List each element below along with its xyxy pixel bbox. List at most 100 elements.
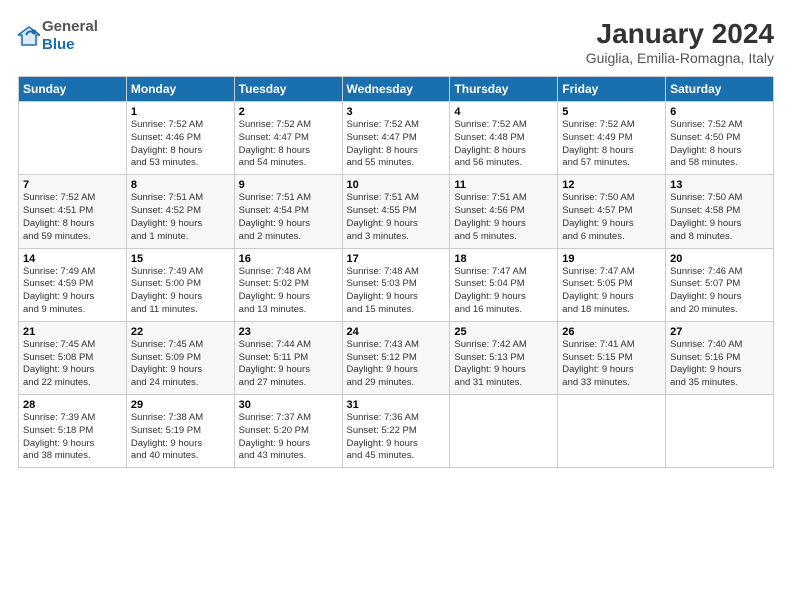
day-info: Sunrise: 7:52 AMSunset: 4:49 PMDaylight:… [562,119,661,170]
day-number: 23 [239,326,338,338]
calendar-cell: 11Sunrise: 7:51 AMSunset: 4:56 PMDayligh… [450,175,558,248]
header-sunday: Sunday [19,77,127,102]
day-info: Sunrise: 7:40 AMSunset: 5:16 PMDaylight:… [670,339,769,390]
header-friday: Friday [558,77,666,102]
day-info: Sunrise: 7:50 AMSunset: 4:58 PMDaylight:… [670,192,769,243]
calendar-week-3: 14Sunrise: 7:49 AMSunset: 4:59 PMDayligh… [19,248,774,321]
day-number: 4 [454,106,553,118]
day-info: Sunrise: 7:49 AMSunset: 5:00 PMDaylight:… [131,266,230,317]
calendar-cell: 21Sunrise: 7:45 AMSunset: 5:08 PMDayligh… [19,321,127,394]
day-info: Sunrise: 7:52 AMSunset: 4:48 PMDaylight:… [454,119,553,170]
calendar-cell: 20Sunrise: 7:46 AMSunset: 5:07 PMDayligh… [666,248,774,321]
day-number: 31 [347,399,446,411]
calendar-cell: 16Sunrise: 7:48 AMSunset: 5:02 PMDayligh… [234,248,342,321]
logo-text: General Blue [42,18,98,54]
header: General Blue January 2024 Guiglia, Emili… [18,18,774,66]
logo-general: General [42,18,98,35]
day-info: Sunrise: 7:37 AMSunset: 5:20 PMDaylight:… [239,412,338,463]
calendar-body: 1Sunrise: 7:52 AMSunset: 4:46 PMDaylight… [19,102,774,468]
calendar-week-1: 1Sunrise: 7:52 AMSunset: 4:46 PMDaylight… [19,102,774,175]
day-number: 27 [670,326,769,338]
calendar-cell: 13Sunrise: 7:50 AMSunset: 4:58 PMDayligh… [666,175,774,248]
calendar-cell: 22Sunrise: 7:45 AMSunset: 5:09 PMDayligh… [126,321,234,394]
day-info: Sunrise: 7:45 AMSunset: 5:09 PMDaylight:… [131,339,230,390]
day-number: 30 [239,399,338,411]
day-info: Sunrise: 7:52 AMSunset: 4:47 PMDaylight:… [347,119,446,170]
day-number: 3 [347,106,446,118]
day-number: 11 [454,179,553,191]
day-info: Sunrise: 7:36 AMSunset: 5:22 PMDaylight:… [347,412,446,463]
calendar-cell: 23Sunrise: 7:44 AMSunset: 5:11 PMDayligh… [234,321,342,394]
day-info: Sunrise: 7:45 AMSunset: 5:08 PMDaylight:… [23,339,122,390]
calendar-cell: 19Sunrise: 7:47 AMSunset: 5:05 PMDayligh… [558,248,666,321]
header-row: Sunday Monday Tuesday Wednesday Thursday… [19,77,774,102]
day-info: Sunrise: 7:52 AMSunset: 4:47 PMDaylight:… [239,119,338,170]
day-info: Sunrise: 7:44 AMSunset: 5:11 PMDaylight:… [239,339,338,390]
calendar-table: Sunday Monday Tuesday Wednesday Thursday… [18,76,774,468]
title-block: January 2024 Guiglia, Emilia-Romagna, It… [586,18,774,66]
header-monday: Monday [126,77,234,102]
day-info: Sunrise: 7:51 AMSunset: 4:55 PMDaylight:… [347,192,446,243]
day-number: 21 [23,326,122,338]
day-number: 16 [239,253,338,265]
day-number: 18 [454,253,553,265]
day-number: 25 [454,326,553,338]
calendar-cell: 27Sunrise: 7:40 AMSunset: 5:16 PMDayligh… [666,321,774,394]
subtitle: Guiglia, Emilia-Romagna, Italy [586,50,774,66]
day-number: 6 [670,106,769,118]
day-number: 10 [347,179,446,191]
day-number: 9 [239,179,338,191]
calendar-cell: 25Sunrise: 7:42 AMSunset: 5:13 PMDayligh… [450,321,558,394]
day-info: Sunrise: 7:48 AMSunset: 5:03 PMDaylight:… [347,266,446,317]
day-number: 19 [562,253,661,265]
calendar-cell: 29Sunrise: 7:38 AMSunset: 5:19 PMDayligh… [126,395,234,468]
calendar-cell: 28Sunrise: 7:39 AMSunset: 5:18 PMDayligh… [19,395,127,468]
calendar-cell: 18Sunrise: 7:47 AMSunset: 5:04 PMDayligh… [450,248,558,321]
day-info: Sunrise: 7:52 AMSunset: 4:50 PMDaylight:… [670,119,769,170]
calendar-cell: 12Sunrise: 7:50 AMSunset: 4:57 PMDayligh… [558,175,666,248]
day-number: 14 [23,253,122,265]
logo-blue: Blue [42,36,75,53]
calendar-cell: 6Sunrise: 7:52 AMSunset: 4:50 PMDaylight… [666,102,774,175]
day-number: 24 [347,326,446,338]
day-info: Sunrise: 7:42 AMSunset: 5:13 PMDaylight:… [454,339,553,390]
calendar-week-5: 28Sunrise: 7:39 AMSunset: 5:18 PMDayligh… [19,395,774,468]
calendar-cell: 15Sunrise: 7:49 AMSunset: 5:00 PMDayligh… [126,248,234,321]
calendar-cell: 30Sunrise: 7:37 AMSunset: 5:20 PMDayligh… [234,395,342,468]
calendar-cell: 4Sunrise: 7:52 AMSunset: 4:48 PMDaylight… [450,102,558,175]
header-saturday: Saturday [666,77,774,102]
day-info: Sunrise: 7:48 AMSunset: 5:02 PMDaylight:… [239,266,338,317]
logo-icon [18,25,40,47]
calendar-cell [19,102,127,175]
day-number: 17 [347,253,446,265]
calendar-cell: 26Sunrise: 7:41 AMSunset: 5:15 PMDayligh… [558,321,666,394]
day-number: 15 [131,253,230,265]
header-tuesday: Tuesday [234,77,342,102]
day-info: Sunrise: 7:52 AMSunset: 4:51 PMDaylight:… [23,192,122,243]
day-info: Sunrise: 7:43 AMSunset: 5:12 PMDaylight:… [347,339,446,390]
calendar-cell [450,395,558,468]
day-number: 1 [131,106,230,118]
day-info: Sunrise: 7:39 AMSunset: 5:18 PMDaylight:… [23,412,122,463]
day-info: Sunrise: 7:47 AMSunset: 5:05 PMDaylight:… [562,266,661,317]
day-number: 2 [239,106,338,118]
day-info: Sunrise: 7:52 AMSunset: 4:46 PMDaylight:… [131,119,230,170]
day-info: Sunrise: 7:38 AMSunset: 5:19 PMDaylight:… [131,412,230,463]
calendar-cell: 31Sunrise: 7:36 AMSunset: 5:22 PMDayligh… [342,395,450,468]
calendar-cell: 1Sunrise: 7:52 AMSunset: 4:46 PMDaylight… [126,102,234,175]
calendar-cell [666,395,774,468]
day-number: 26 [562,326,661,338]
day-number: 29 [131,399,230,411]
day-number: 20 [670,253,769,265]
day-number: 7 [23,179,122,191]
day-info: Sunrise: 7:51 AMSunset: 4:56 PMDaylight:… [454,192,553,243]
calendar-cell: 9Sunrise: 7:51 AMSunset: 4:54 PMDaylight… [234,175,342,248]
day-info: Sunrise: 7:50 AMSunset: 4:57 PMDaylight:… [562,192,661,243]
calendar-week-2: 7Sunrise: 7:52 AMSunset: 4:51 PMDaylight… [19,175,774,248]
calendar-week-4: 21Sunrise: 7:45 AMSunset: 5:08 PMDayligh… [19,321,774,394]
day-number: 28 [23,399,122,411]
header-wednesday: Wednesday [342,77,450,102]
main-title: January 2024 [586,18,774,50]
day-number: 8 [131,179,230,191]
logo: General Blue [18,18,98,54]
